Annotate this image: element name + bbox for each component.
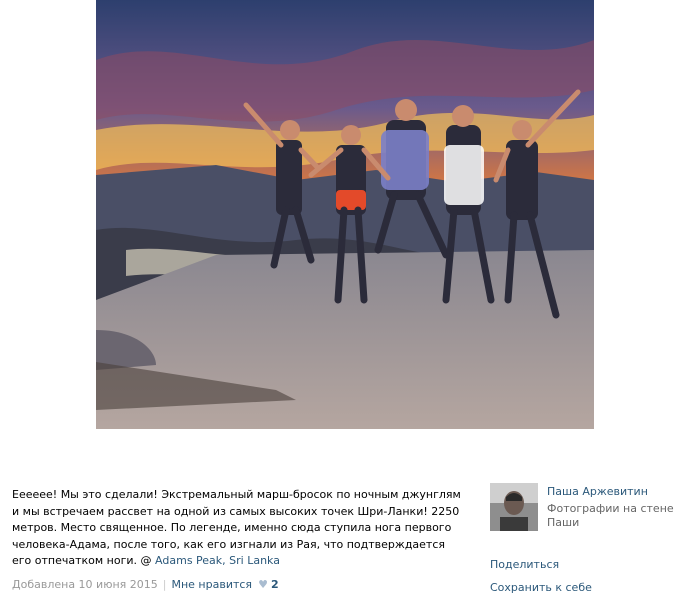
added-date: Добавлена 10 июня 2015 [12,578,158,591]
like-count[interactable]: 2 [271,578,279,591]
post-photo[interactable] [96,0,594,429]
location-link[interactable]: Adams Peak, Sri Lanka [155,554,280,567]
avatar[interactable] [490,483,538,531]
share-link[interactable]: Поделиться [490,558,559,571]
meta-separator: | [162,578,167,591]
author-name-link[interactable]: Паша Аржевитин [547,485,648,498]
save-link[interactable]: Сохранить к себе [490,581,592,594]
heart-icon[interactable]: ♥ [258,578,268,591]
location-prefix: @ [140,554,152,567]
post-meta: Добавлена 10 июня 2015 | Мне нравится ♥ 2 [12,578,279,591]
post-caption: Ееееее! Мы это сделали! Экстремальный ма… [12,487,462,570]
album-link[interactable]: Фотографии на стене Паши [547,502,677,530]
like-button[interactable]: Мне нравится [171,578,252,591]
